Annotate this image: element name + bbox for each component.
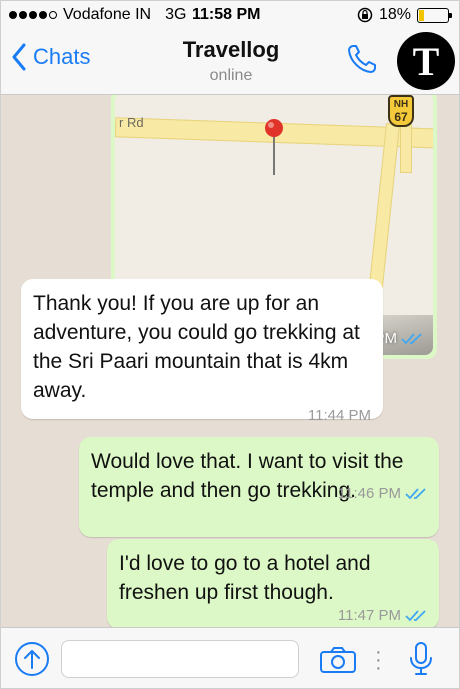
message-input[interactable] [61,640,299,678]
call-button[interactable] [344,41,380,82]
message-time: 11:46 PM [337,485,401,502]
back-label: Chats [33,44,91,69]
status-right: 18% [357,6,452,24]
message-time: 11:44 PM [307,407,371,424]
message-list[interactable]: r Rd NH 67 11:41 PM Thank you! If [1,95,459,627]
map-road-label: r Rd [119,115,144,130]
message-meta: 11:44 PM [33,407,371,425]
battery-fill [419,9,425,21]
back-chevron-icon [12,43,26,71]
back-button[interactable]: Chats [11,43,90,71]
battery-percent: 18% [378,6,411,23]
voice-button[interactable] [407,641,435,682]
incoming-message[interactable]: Thank you! If you are up for an adventur… [21,279,383,424]
message-composer: · · · [1,627,459,688]
signal-strength-icon [9,11,57,19]
contact-status: online [209,67,253,84]
map-pin-icon [265,119,283,175]
battery-icon [417,7,452,23]
read-ticks-icon [401,332,422,344]
outgoing-message[interactable]: Would love that. I want to visit the tem… [79,437,439,537]
message-time: 11:47 PM [337,607,401,624]
chat-header: Chats Travellog online T [1,29,459,95]
status-time: 11:58 PM [192,6,261,23]
avatar-letter: T [412,38,440,84]
contact-name: Travellog [182,37,280,62]
message-text: Thank you! If you are up for an adventur… [33,292,360,402]
attach-button[interactable] [15,642,49,676]
camera-button[interactable] [319,646,357,679]
more-options-icon[interactable]: · · · [375,642,382,678]
lock-rotation-icon [357,7,373,23]
message-text: I'd love to go to a hotel and freshen up… [119,552,371,604]
shield-number: 67 [394,110,408,124]
read-ticks-icon [405,488,426,500]
outgoing-message[interactable]: I'd love to go to a hotel and freshen up… [107,539,439,627]
carrier-name: Vodafone IN [63,6,152,23]
camera-icon [320,647,356,673]
message-meta: 11:47 PM [119,607,427,625]
phone-icon [348,45,376,73]
contact-info[interactable]: Travellog online [151,37,311,85]
highway-shield: NH 67 [388,95,414,127]
read-ticks-icon [405,610,426,622]
upload-arrow-icon [24,650,40,669]
microphone-icon [410,642,432,675]
status-left: Vodafone IN 3G [9,6,186,24]
phone-screen: Vodafone IN 3G 11:58 PM 18% Chats Travel… [0,0,460,689]
network-type: 3G [165,6,187,23]
status-bar: Vodafone IN 3G 11:58 PM 18% [1,1,459,29]
avatar[interactable]: T [397,32,455,90]
